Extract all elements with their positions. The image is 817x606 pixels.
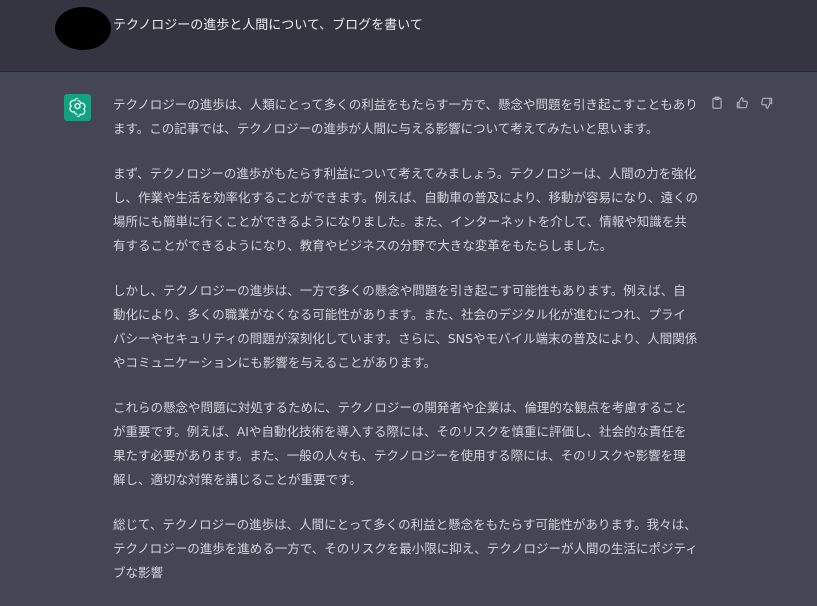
paragraph: まず、テクノロジーの進歩がもたらす利益について考えてみましょう。テクノロジーは、… (113, 166, 699, 253)
clipboard-icon[interactable] (708, 95, 725, 112)
paragraph: しかし、テクノロジーの進歩は、一方で多くの懸念や問題を引き起こす可能性もあります… (113, 283, 698, 370)
paragraph: テクノロジーの進歩は、人類にとって多くの利益をもたらす一方で、懸念や問題を引き起… (113, 97, 698, 136)
paragraph: 総じて、テクノロジーの進歩は、人間にとって多くの利益と懸念をもたらす可能性があり… (113, 517, 698, 580)
assistant-message-row: テクノロジーの進歩は、人類にとって多くの利益をもたらす一方で、懸念や問題を引き起… (0, 72, 817, 580)
thumbs-down-icon[interactable] (758, 95, 775, 112)
paragraph: これらの懸念や問題に対処するために、テクノロジーの開発者や企業は、倫理的な観点を… (113, 400, 687, 487)
openai-logo-icon (64, 94, 91, 121)
user-message-row: テクノロジーの進歩と人間について、ブログを書いて (0, 0, 817, 72)
message-actions (708, 94, 775, 112)
assistant-message: テクノロジーの進歩は、人類にとって多くの利益をもたらす一方で、懸念や問題を引き起… (113, 93, 698, 606)
user-avatar (55, 7, 111, 50)
thumbs-up-icon[interactable] (733, 95, 750, 112)
user-message-text: テクノロジーの進歩と人間について、ブログを書いて (113, 18, 423, 33)
